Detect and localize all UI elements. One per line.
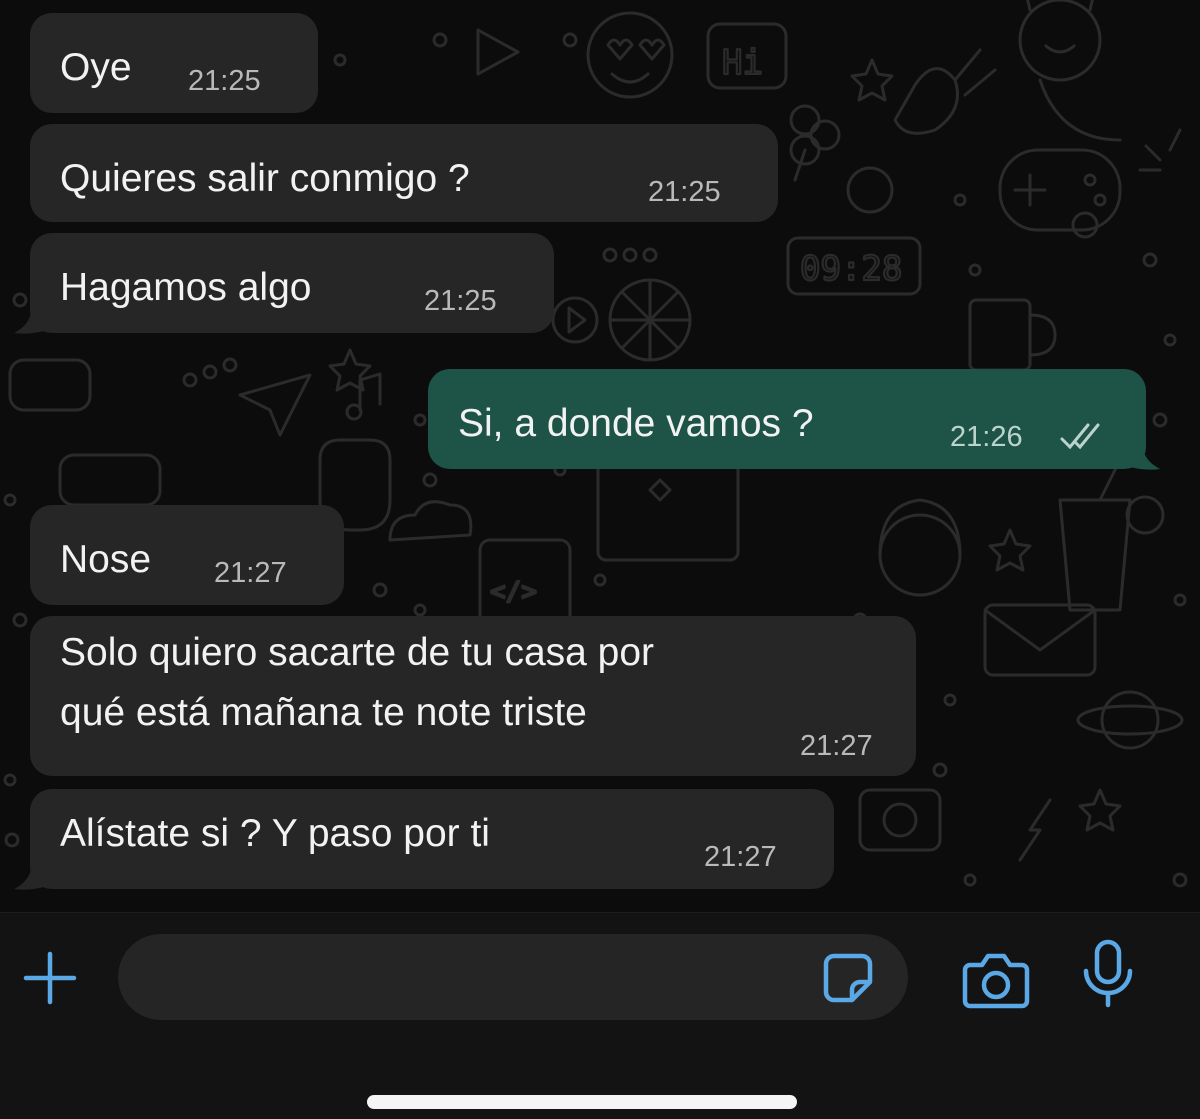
incoming-message-bubble[interactable]: Solo quiero sacarte de tu casa por qué e… bbox=[30, 616, 916, 776]
incoming-message-bubble[interactable]: Oye 21:25 bbox=[30, 13, 318, 113]
chat-message-area[interactable]: Hi 09:28 </> Oye 21:25 Quieres salir con… bbox=[0, 0, 1200, 912]
message-text: Alístate si ? Y paso por ti bbox=[60, 812, 490, 855]
message-timestamp: 21:27 bbox=[214, 557, 287, 589]
message-timestamp: 21:27 bbox=[800, 730, 873, 762]
message-input[interactable] bbox=[146, 934, 826, 1020]
bubble-tail bbox=[1130, 445, 1160, 470]
message-text: Quieres salir conmigo ? bbox=[60, 157, 470, 200]
message-text: Nose bbox=[60, 538, 152, 581]
message-text: Oye bbox=[60, 46, 132, 89]
incoming-message-bubble[interactable]: Nose 21:27 bbox=[30, 505, 344, 605]
incoming-message-bubble[interactable]: Alístate si ? Y paso por ti 21:27 bbox=[30, 789, 834, 889]
home-indicator[interactable] bbox=[367, 1095, 797, 1109]
wallpaper-clock-label: 09:28 bbox=[800, 249, 902, 289]
message-timestamp: 21:25 bbox=[424, 285, 497, 317]
bubble-tail bbox=[14, 309, 44, 334]
message-text: Hagamos algo bbox=[60, 266, 312, 309]
message-text-line-1: Solo quiero sacarte de tu casa por bbox=[60, 631, 655, 674]
incoming-message-bubble[interactable]: Hagamos algo 21:25 bbox=[30, 233, 554, 333]
read-receipt-ticks-icon bbox=[1060, 423, 1100, 450]
message-text-line-2: qué está mañana te note triste bbox=[60, 691, 587, 734]
whatsapp-chat-screen: Hi 09:28 </> Oye 21:25 Quieres salir con… bbox=[0, 0, 1200, 1119]
message-timestamp: 21:25 bbox=[648, 176, 721, 208]
camera-icon[interactable] bbox=[962, 951, 1030, 1009]
bubble-tail bbox=[14, 865, 44, 890]
microphone-icon[interactable] bbox=[1080, 939, 1136, 1009]
message-input-bar bbox=[0, 912, 1200, 1119]
message-timestamp: 21:25 bbox=[188, 65, 261, 97]
wallpaper-code-label: </> bbox=[490, 577, 537, 607]
outgoing-message-bubble[interactable]: Si, a donde vamos ? 21:26 bbox=[428, 369, 1146, 469]
sticker-icon[interactable] bbox=[822, 952, 874, 1004]
message-text: Si, a donde vamos ? bbox=[458, 402, 814, 445]
message-timestamp: 21:27 bbox=[704, 841, 777, 873]
plus-icon[interactable] bbox=[20, 948, 80, 1008]
message-text-field[interactable] bbox=[118, 934, 908, 1020]
wallpaper-hi-label: Hi bbox=[722, 43, 763, 83]
message-timestamp: 21:26 bbox=[950, 421, 1023, 453]
incoming-message-bubble[interactable]: Quieres salir conmigo ? 21:25 bbox=[30, 124, 778, 222]
